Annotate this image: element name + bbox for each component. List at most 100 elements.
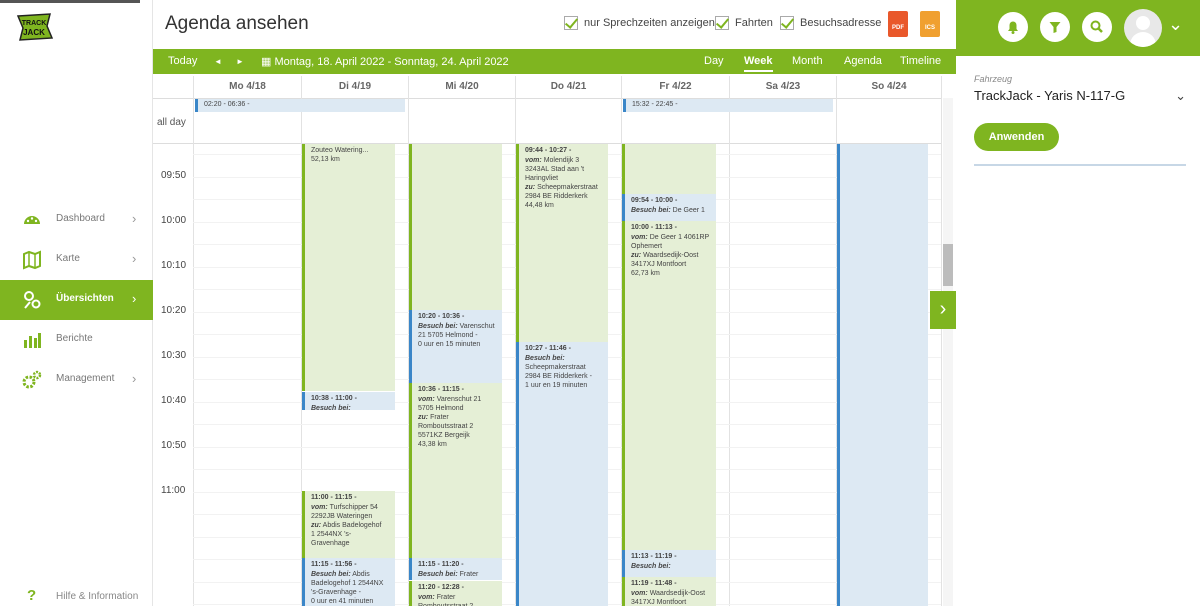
time-label: 11:00 xyxy=(161,485,186,496)
event-time: 11:13 - 11:19 - xyxy=(631,553,677,560)
event-line: 2984 BE Ridderkerk xyxy=(525,193,588,200)
trackjack-logo[interactable]: TRACK JACK xyxy=(14,12,54,42)
allday-event[interactable]: 02:20 - 06:36 - xyxy=(195,99,405,112)
visit-event[interactable]: 09:54 - 10:00 - Besuch bei: De Geer 1 xyxy=(622,194,716,221)
sidebar-item-berichte[interactable]: Berichte xyxy=(0,320,153,360)
panel-header: ⌄ xyxy=(956,0,1200,56)
view-timeline-button[interactable]: Timeline xyxy=(900,55,941,67)
event-line: 0 uur en 41 minuten xyxy=(311,598,374,605)
trip-event[interactable]: 11:20 - 12:28 -vom: FraterRomboutsstraat… xyxy=(409,581,502,606)
help-icon: ? xyxy=(27,587,37,604)
event-line: Varenschut 21 xyxy=(436,396,482,403)
dashboard-icon xyxy=(22,210,42,230)
event-kind: zu: xyxy=(418,414,429,421)
pdf-export-icon[interactable]: PDF xyxy=(888,11,908,37)
event-kind: Besuch bei: xyxy=(311,571,351,578)
event-line: Abdis Badelogehof xyxy=(322,522,382,529)
view-month-button[interactable]: Month xyxy=(792,55,823,67)
apply-button[interactable]: Anwenden xyxy=(974,123,1059,151)
trip-event[interactable]: 09:44 - 10:27 - vom: Molendijk 3 3243AL St… xyxy=(516,144,608,342)
ics-export-icon[interactable]: ICS xyxy=(920,11,940,37)
help-link[interactable]: ? Hilfe & Information xyxy=(0,585,153,606)
view-day-button[interactable]: Day xyxy=(704,55,724,67)
help-label: Hilfe & Information xyxy=(56,591,139,602)
vehicle-select-value: TrackJack - Yaris N-117-G xyxy=(974,88,1126,103)
event-line: 1 uur en 19 minuten xyxy=(525,382,588,389)
user-avatar[interactable] xyxy=(1124,9,1162,47)
checkbox-label: Besuchsadresse xyxy=(800,17,882,29)
trip-event[interactable]: Zouteo Watering... 52,13 km xyxy=(302,144,395,391)
day-header[interactable]: Mi 4/20 xyxy=(408,76,515,98)
checkbox-office-hours[interactable]: nur Sprechzeiten anzeigen xyxy=(564,16,715,30)
sidebar-item-übersichten[interactable]: Übersichten › xyxy=(0,280,153,320)
next-week-button[interactable]: ► xyxy=(236,57,244,66)
date-range-text: Montag, 18. April 2022 - Sonntag, 24. Ap… xyxy=(274,56,509,68)
trip-event[interactable]: 11:19 - 11:48 - vom: Waardsedijk-Oost 3417… xyxy=(622,577,716,606)
panel-toggle-button[interactable]: › xyxy=(930,291,956,329)
grid-column-line xyxy=(941,76,942,606)
chevron-down-icon[interactable]: ⌄ xyxy=(1168,14,1183,35)
event-kind: Besuch bei: xyxy=(418,323,458,330)
visit-event[interactable]: 10:20 - 10:36 - Besuch bei: Varenschut 21 … xyxy=(409,310,502,383)
day-header[interactable]: Sa 4/23 xyxy=(729,76,836,98)
event-line: 44,48 km xyxy=(525,202,554,209)
visit-event[interactable]: 11:15 - 11:20 - Besuch bei: Frater xyxy=(409,558,502,580)
visit-event[interactable]: 10:27 - 11:46 - Besuch bei: Scheepmakerst… xyxy=(516,342,608,606)
map-icon xyxy=(22,250,42,270)
calendar-scroll-thumb[interactable] xyxy=(943,244,953,286)
sidebar: TRACK JACK Dashboard › Karte › Übersichten › B… xyxy=(0,0,153,606)
day-header[interactable]: Do 4/21 xyxy=(515,76,621,98)
allday-event[interactable]: 15:32 - 22:45 - xyxy=(623,99,833,112)
sidebar-item-label: Management xyxy=(56,373,115,384)
bar-chart-icon xyxy=(22,330,42,350)
checkbox-checked-icon[interactable] xyxy=(564,16,578,30)
event-line: 3243AL Stad aan 't xyxy=(525,166,585,173)
day-header[interactable]: So 4/24 xyxy=(836,76,941,98)
avatar-body xyxy=(1130,32,1156,47)
trip-event[interactable] xyxy=(409,144,502,310)
time-label: 10:10 xyxy=(161,260,187,271)
search-icon[interactable] xyxy=(1082,12,1112,42)
checkbox-checked-icon[interactable] xyxy=(780,16,794,30)
visit-event[interactable]: 11:15 - 11:56 - Besuch bei: Abdis Badeloge… xyxy=(302,558,395,606)
sidebar-item-dashboard[interactable]: Dashboard › xyxy=(0,200,153,240)
calendar-toolbar: Today ◄ ► ▦ Montag, 18. April 2022 - Son… xyxy=(153,49,956,74)
day-header[interactable]: Mo 4/18 xyxy=(193,76,301,98)
event-kind: vom: xyxy=(631,234,648,241)
grid-column-line xyxy=(193,76,194,606)
trip-event[interactable] xyxy=(622,144,716,194)
time-label: 09:50 xyxy=(161,170,187,181)
checkbox-trips[interactable]: Fahrten xyxy=(715,16,773,30)
day-header[interactable]: Di 4/19 xyxy=(301,76,408,98)
view-week-button[interactable]: Week xyxy=(744,55,773,72)
event-time: 10:38 - 11:00 - xyxy=(311,395,357,402)
calendar-scrollbar[interactable] xyxy=(943,98,953,606)
view-agenda-button[interactable]: Agenda xyxy=(844,55,882,67)
sidebar-item-management[interactable]: Management › xyxy=(0,360,153,400)
trip-event[interactable]: 10:00 - 11:13 - vom: De Geer 1 4061RP Ophe… xyxy=(622,221,716,550)
today-button[interactable]: Today xyxy=(168,55,197,67)
filter-icon[interactable] xyxy=(1040,12,1070,42)
event-line: Turfschipper 54 xyxy=(329,504,378,511)
visit-event[interactable]: 11:13 - 11:19 - Besuch bei: xyxy=(622,550,716,577)
visit-event[interactable] xyxy=(837,144,928,606)
event-kind: Besuch bei: xyxy=(631,563,671,570)
event-time: 11:15 - 11:56 - xyxy=(311,561,357,568)
event-time: 10:36 - 11:15 - xyxy=(418,386,464,393)
prev-week-button[interactable]: ◄ xyxy=(214,57,222,66)
checkbox-visit-address[interactable]: Besuchsadresse xyxy=(780,16,881,30)
sidebar-item-karte[interactable]: Karte › xyxy=(0,240,153,280)
visit-event[interactable]: 10:38 - 11:00 -Besuch bei: Turfschipper … xyxy=(302,392,395,410)
sidebar-item-label: Karte xyxy=(56,253,80,264)
day-header[interactable]: Fr 4/22 xyxy=(621,76,729,98)
sidebar-top-line xyxy=(0,0,140,3)
event-line: 1 2544NX 's- xyxy=(311,531,352,538)
checkbox-checked-icon[interactable] xyxy=(715,16,729,30)
event-line: Ophemert xyxy=(631,243,663,250)
trip-event[interactable]: 10:36 - 11:15 - vom: Varenschut 21 5705 He… xyxy=(409,383,502,558)
bell-icon[interactable] xyxy=(998,12,1028,42)
vehicle-select[interactable]: TrackJack - Yaris N-117-G ⌄ xyxy=(974,88,1186,108)
event-line: Romboutsstraat 2 xyxy=(418,423,474,430)
event-kind: zu: xyxy=(631,252,642,259)
trip-event[interactable]: 11:00 - 11:15 - vom: Turfschipper 54 2292J… xyxy=(302,491,395,558)
